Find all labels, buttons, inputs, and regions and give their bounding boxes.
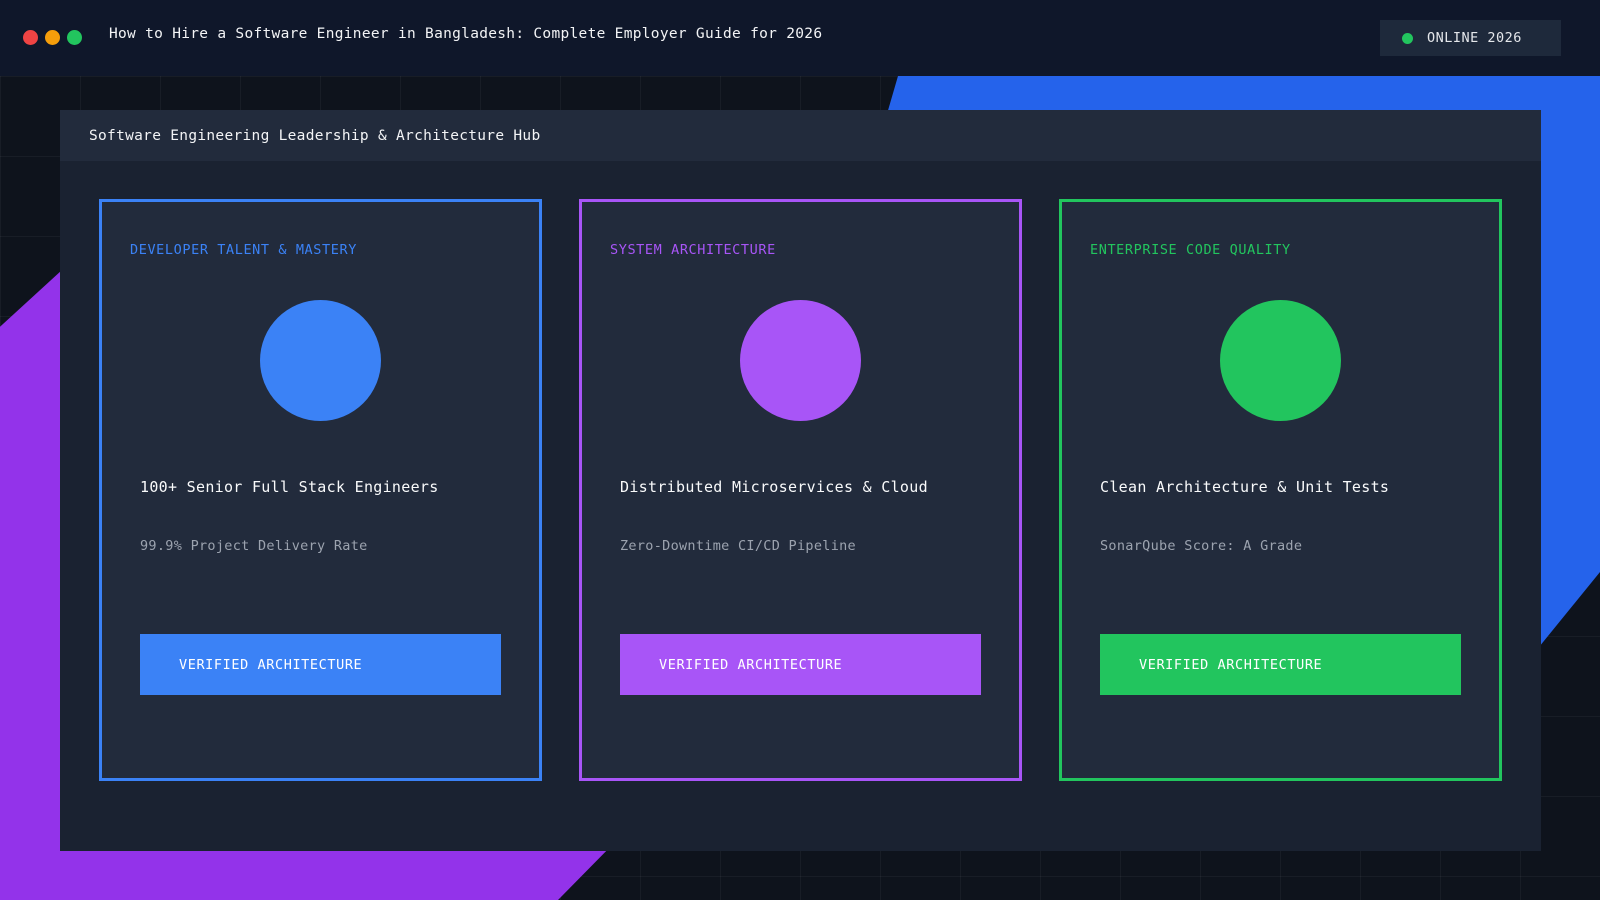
status-text: ONLINE 2026 [1427, 30, 1522, 46]
card-system-architecture: SYSTEM ARCHITECTURE Distributed Microser… [579, 199, 1022, 781]
card-enterprise-code-quality: ENTERPRISE CODE QUALITY Clean Architectu… [1059, 199, 1502, 781]
circle-icon [260, 300, 381, 421]
title-bar: How to Hire a Software Engineer in Bangl… [0, 0, 1600, 76]
status-indicator-icon [1402, 32, 1413, 44]
panel-header: Software Engineering Leadership & Archit… [60, 110, 1541, 161]
status-badge: ONLINE 2026 [1380, 20, 1561, 56]
maximize-window-button[interactable] [67, 30, 82, 45]
card-metric: SonarQube Score: A Grade [1100, 538, 1303, 554]
card-headline: Distributed Microservices & Cloud [620, 478, 928, 496]
card-category: SYSTEM ARCHITECTURE [610, 242, 776, 258]
card-developer-talent: DEVELOPER TALENT & MASTERY 100+ Senior F… [99, 199, 542, 781]
circle-icon [740, 300, 861, 421]
circle-icon [1220, 300, 1341, 421]
main-panel: Software Engineering Leadership & Archit… [60, 110, 1541, 851]
card-metric: Zero-Downtime CI/CD Pipeline [620, 538, 856, 554]
window-controls [23, 30, 82, 45]
verified-architecture-button[interactable]: VERIFIED ARCHITECTURE [140, 634, 501, 695]
card-category: DEVELOPER TALENT & MASTERY [130, 242, 357, 258]
card-category: ENTERPRISE CODE QUALITY [1090, 242, 1291, 258]
verified-architecture-button[interactable]: VERIFIED ARCHITECTURE [1100, 634, 1461, 695]
close-window-button[interactable] [23, 30, 38, 45]
verified-architecture-button[interactable]: VERIFIED ARCHITECTURE [620, 634, 981, 695]
card-headline: 100+ Senior Full Stack Engineers [140, 478, 439, 496]
card-headline: Clean Architecture & Unit Tests [1100, 478, 1390, 496]
window-title: How to Hire a Software Engineer in Bangl… [109, 26, 823, 42]
card-metric: 99.9% Project Delivery Rate [140, 538, 368, 554]
minimize-window-button[interactable] [45, 30, 60, 45]
panel-title: Software Engineering Leadership & Archit… [89, 127, 541, 144]
